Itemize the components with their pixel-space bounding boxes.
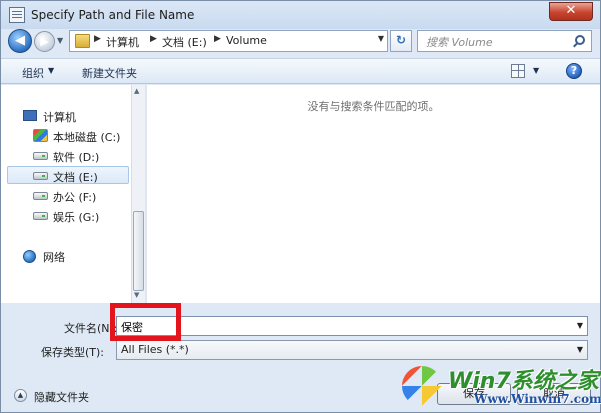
close-button[interactable]: ✕ (549, 2, 593, 21)
drive-icon (33, 172, 48, 180)
sidebar-item-drive-f[interactable]: 办公 (F:) (31, 187, 129, 205)
filetype-value: All Files (*.*) (121, 343, 189, 356)
site-watermark: Win7系统之家 Www.Winwin7.com (398, 360, 601, 412)
sidebar-item-drive-c[interactable]: 本地磁盘 (C:) (31, 127, 129, 145)
chevron-down-icon[interactable]: ▼ (577, 345, 583, 354)
sidebar-item-label: 办公 (F:) (53, 191, 97, 204)
network-icon (23, 250, 36, 263)
sidebar-item-label: 计算机 (43, 111, 76, 124)
watermark-title: Win7系统之家 (448, 369, 599, 394)
sidebar-item-drive-g[interactable]: 娱乐 (G:) (31, 207, 129, 225)
navigation-pane: 计算机 本地磁盘 (C:) 软件 (D:) 文档 (E:) 办公 (F:) 娱乐… (1, 85, 131, 303)
refresh-button[interactable]: ↻ (390, 30, 412, 52)
drive-icon (33, 152, 48, 160)
search-placeholder: 搜索 Volume (426, 36, 493, 49)
sidebar-item-network[interactable]: 网络 (21, 247, 121, 265)
save-dialog-window: Specify Path and File Name ✕ ◀ ▶ ▼ ▶ 计算机… (0, 0, 601, 413)
scroll-thumb[interactable] (133, 211, 144, 291)
folder-icon (75, 34, 90, 48)
sidebar-item-computer[interactable]: 计算机 (21, 107, 121, 125)
empty-results-message: 没有与搜索条件匹配的项。 (307, 100, 440, 113)
organize-button[interactable]: 组织 (22, 65, 44, 81)
address-dropdown-icon[interactable]: ▼ (378, 34, 384, 43)
filename-input[interactable]: 保密 ▼ (116, 316, 588, 336)
drive-icon (33, 192, 48, 200)
sidebar-item-label: 娱乐 (G:) (53, 211, 100, 224)
recent-locations-dropdown[interactable]: ▼ (57, 35, 67, 47)
new-folder-button[interactable]: 新建文件夹 (82, 65, 137, 81)
breadcrumb-drive-e[interactable]: 文档 (E:) (162, 34, 207, 50)
chevron-down-icon[interactable]: ▼ (577, 321, 583, 330)
address-bar[interactable]: ▶ 计算机 ▶ 文档 (E:) ▶ Volume ▼ (69, 30, 388, 52)
filetype-label: 保存类型(T): (41, 346, 105, 359)
document-icon (9, 7, 25, 23)
breadcrumb-volume[interactable]: Volume (226, 34, 267, 47)
views-icon[interactable] (511, 64, 525, 78)
sidebar-item-label: 文档 (E:) (53, 171, 98, 184)
sidebar-item-label: 网络 (43, 251, 65, 264)
filetype-select[interactable]: All Files (*.*) ▼ (116, 340, 588, 360)
breadcrumb-separator[interactable]: ▶ (94, 34, 101, 44)
forward-button[interactable]: ▶ (34, 31, 55, 52)
annotation-highlight-box (110, 303, 181, 341)
watermark-url: Www.Winwin7.com (474, 392, 601, 406)
drive-icon (33, 212, 48, 220)
chevron-down-icon[interactable]: ▼ (533, 66, 539, 75)
sidebar-item-label: 软件 (D:) (53, 151, 100, 164)
help-icon[interactable]: ? (566, 63, 582, 79)
scroll-down-icon[interactable]: ▼ (134, 291, 139, 299)
file-list-pane[interactable]: 没有与搜索条件匹配的项。 (147, 85, 600, 303)
hide-folders-label: 隐藏文件夹 (34, 391, 89, 404)
sidebar-item-drive-e[interactable]: 文档 (E:) (7, 166, 129, 184)
computer-icon (23, 110, 37, 121)
breadcrumb-separator[interactable]: ▶ (214, 34, 221, 44)
command-toolbar: 组织 ▼ 新建文件夹 ▼ ? (1, 58, 600, 84)
navigation-scrollbar[interactable]: ▲ ▼ (131, 85, 145, 303)
scroll-up-icon[interactable]: ▲ (134, 87, 139, 95)
search-icon[interactable] (575, 35, 585, 45)
system-drive-icon (33, 129, 48, 142)
window-title: Specify Path and File Name (31, 8, 195, 22)
sidebar-item-label: 本地磁盘 (C:) (53, 131, 121, 144)
breadcrumb-separator[interactable]: ▶ (150, 34, 157, 44)
search-input[interactable]: 搜索 Volume (417, 30, 592, 52)
sidebar-item-drive-d[interactable]: 软件 (D:) (31, 147, 129, 165)
breadcrumb-computer[interactable]: 计算机 (106, 34, 139, 50)
chevron-down-icon[interactable]: ▼ (48, 66, 54, 75)
windows-logo-icon (402, 366, 442, 406)
collapse-icon[interactable]: ▲ (14, 389, 27, 402)
title-bar[interactable]: Specify Path and File Name ✕ (1, 1, 600, 29)
back-button[interactable]: ◀ (8, 29, 32, 53)
